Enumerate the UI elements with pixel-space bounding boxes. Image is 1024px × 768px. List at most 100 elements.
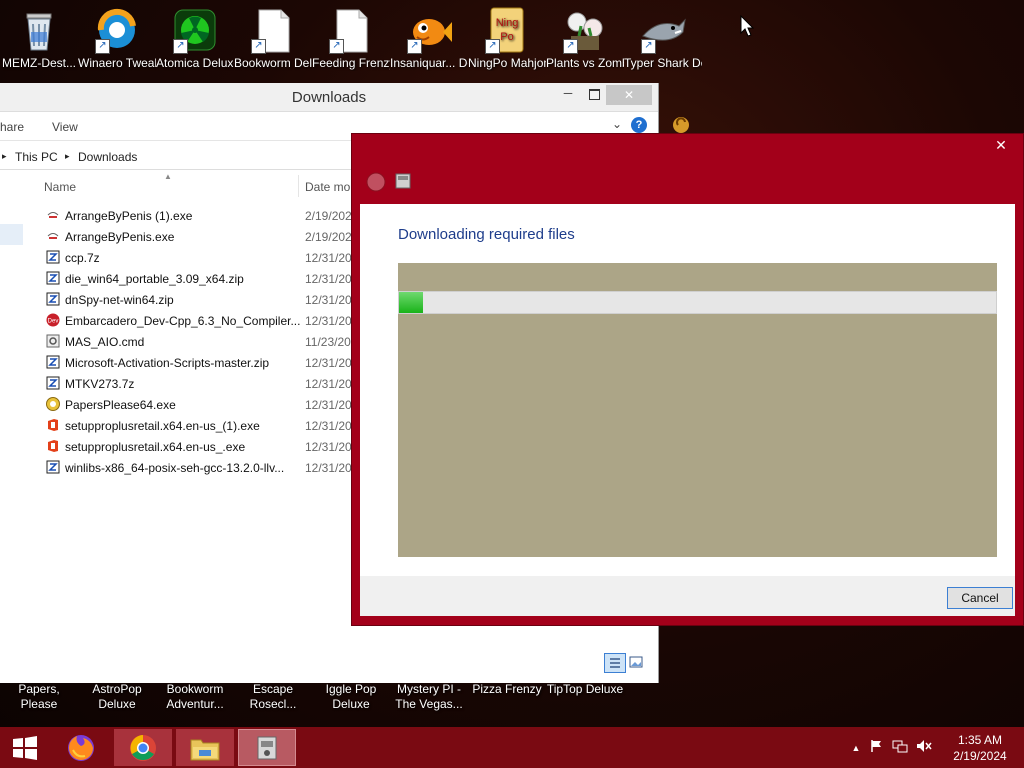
desktop-icon-recycle-bin[interactable]: MEMZ-Dest...	[0, 6, 78, 71]
desktop-icon-insaniquarium[interactable]: ↗ Insaniquar... Deluxe	[390, 6, 468, 71]
file-name: die_win64_portable_3.09_x64.zip	[65, 272, 244, 286]
installer-window-icon	[395, 173, 411, 189]
dialog-close-button[interactable]: ✕	[987, 137, 1015, 155]
game-app-icon	[673, 117, 689, 133]
taskbar-installer[interactable]	[238, 729, 296, 766]
file-name: Embarcadero_Dev-Cpp_6.3_No_Compiler...	[65, 314, 301, 328]
volume-muted-icon[interactable]	[912, 739, 936, 756]
shortcut-arrow-icon: ↗	[251, 39, 266, 54]
file-row[interactable]: setupproplusretail.x64.en-us_.exe 12/31/2…	[0, 436, 360, 457]
desktop-icon-label: Papers, Please	[18, 682, 60, 711]
file-row[interactable]: die_win64_portable_3.09_x64.zip 12/31/20	[0, 268, 360, 289]
desktop-icon-tiptop[interactable]: TipTop Deluxe	[546, 682, 624, 697]
maximize-button[interactable]	[584, 86, 604, 104]
desktop-icon-typer-shark[interactable]: ↗ Typer Shark Deluxe	[624, 6, 702, 71]
archive-icon	[46, 292, 60, 306]
file-row[interactable]: ArrangeByPenis.exe 2/19/2024	[0, 226, 360, 247]
shortcut-arrow-icon: ↗	[95, 39, 110, 54]
download-progress-bar	[398, 291, 997, 314]
network-icon[interactable]	[888, 739, 912, 756]
atomica-icon: ↗	[171, 6, 219, 54]
details-view-icon	[610, 658, 620, 668]
desktop-icon-mystery-pi[interactable]: Mystery PI - The Vegas...	[390, 682, 468, 712]
firefox-icon	[68, 734, 94, 761]
clock[interactable]: 1:35 AM 2/19/2024	[945, 732, 1015, 764]
chrome-icon	[130, 734, 156, 761]
shortcut-arrow-icon: ↗	[173, 39, 188, 54]
file-row[interactable]: MAS_AIO.cmd 11/23/20	[0, 331, 360, 352]
show-hidden-icons-chevron-icon[interactable]: ▲	[848, 743, 864, 753]
action-center-flag-icon[interactable]	[864, 739, 888, 756]
ribbon-expand-chevron-icon[interactable]: ⌄	[612, 117, 622, 131]
file-date: 2/19/2024	[305, 230, 355, 244]
breadcrumb-downloads[interactable]: Downloads	[78, 150, 137, 164]
recycle-bin-icon	[15, 6, 63, 54]
file-date: 12/31/20	[305, 461, 352, 475]
cmd-icon	[46, 334, 60, 348]
taskbar-file-explorer[interactable]	[176, 729, 234, 766]
column-header-name[interactable]: Name	[44, 180, 76, 194]
file-name: MTKV273.7z	[65, 377, 135, 391]
column-divider[interactable]	[298, 175, 299, 197]
desktop-icon-astropop[interactable]: AstroPop Deluxe	[78, 682, 156, 712]
dialog-header	[360, 162, 1015, 202]
close-button[interactable]: ✕	[606, 85, 652, 105]
ribbon-tab-share[interactable]: hare	[0, 120, 24, 134]
installer-dialog: ✕ Downloading required files Cancel	[351, 133, 1024, 626]
blank-file-icon: ↗	[249, 6, 297, 54]
ribbon-tab-view[interactable]: View	[52, 120, 78, 134]
breadcrumb-this-pc[interactable]: This PC	[15, 150, 58, 164]
help-icon[interactable]: ?	[631, 117, 647, 133]
clock-date: 2/19/2024	[953, 749, 1007, 763]
desktop-icon-papers-please[interactable]: Papers, Please	[0, 682, 78, 712]
explorer-title-bar: Downloads ─ ✕	[0, 83, 658, 112]
file-name: PapersPlease64.exe	[65, 398, 176, 412]
breadcrumb-separator-icon: ▸	[65, 151, 70, 161]
clock-time: 1:35 AM	[957, 733, 1003, 747]
desktop-icon-plants-vs-zombies[interactable]: ↗ Plants vs Zombies	[546, 6, 624, 71]
cancel-button[interactable]: Cancel	[947, 587, 1013, 609]
desktop-icon-pizza-frenzy[interactable]: Pizza Frenzy	[468, 682, 546, 697]
shark-icon: ↗	[639, 6, 687, 54]
file-row[interactable]: ArrangeByPenis (1).exe 2/19/2024	[0, 205, 360, 226]
file-row[interactable]: Microsoft-Activation-Scripts-master.zip 1…	[0, 352, 360, 373]
desktop-icon-winaero-tweaker[interactable]: ↗ Winaero Tweaker	[78, 6, 156, 71]
file-row[interactable]: Dev Embarcadero_Dev-Cpp_6.3_No_Compiler..…	[0, 310, 360, 331]
taskbar: ▲ 1:35 AM 2/19/2024	[0, 727, 1024, 768]
office-icon	[46, 439, 60, 453]
dialog-content-panel: Downloading required files	[360, 204, 1015, 576]
thumbnail-view-button[interactable]	[627, 654, 645, 670]
desktop-icon-label: Escape Rosecl...	[249, 682, 297, 711]
desktop-icon-escape-rosecliff[interactable]: Escape Rosecl...	[234, 682, 312, 712]
file-row[interactable]: MTKV273.7z 12/31/20	[0, 373, 360, 394]
desktop-icon-feeding-frenzy[interactable]: ↗ Feeding Frenzy	[312, 6, 390, 71]
ningpo-logo-text: Ning	[496, 17, 519, 29]
archive-icon	[46, 355, 60, 369]
desktop-icon-ningpo-mahjong[interactable]: NingPo ↗ NingPo Mahjong	[468, 6, 546, 71]
column-header-date[interactable]: Date mo	[305, 180, 350, 194]
file-name: ArrangeByPenis.exe	[65, 230, 175, 244]
desktop-icon-bookworm-adventures[interactable]: Bookworm Adventur...	[156, 682, 234, 712]
taskbar-chrome[interactable]	[114, 729, 172, 766]
file-row[interactable]: winlibs-x86_64-posix-seh-gcc-13.2.0-llv.…	[0, 457, 360, 478]
exe-icon	[46, 208, 60, 222]
file-name: dnSpy-net-win64.zip	[65, 293, 174, 307]
desktop-icon-label: Pizza Frenzy	[472, 682, 542, 696]
file-row[interactable]: ccp.7z 12/31/20	[0, 247, 360, 268]
minimize-button[interactable]: ─	[558, 86, 578, 104]
maximize-icon	[588, 89, 600, 100]
file-row[interactable]: PapersPlease64.exe 12/31/20	[0, 394, 360, 415]
file-date: 12/31/20	[305, 440, 352, 454]
taskbar-firefox[interactable]	[52, 729, 110, 766]
dialog-app-icon	[366, 172, 386, 192]
desktop-icon-iggle-pop[interactable]: Iggle Pop Deluxe	[312, 682, 390, 712]
details-view-button[interactable]	[604, 653, 626, 673]
exe-icon	[46, 229, 60, 243]
file-row[interactable]: dnSpy-net-win64.zip 12/31/20	[0, 289, 360, 310]
office-icon	[46, 418, 60, 432]
start-button[interactable]	[0, 729, 50, 766]
file-row[interactable]: setupproplusretail.x64.en-us_(1).exe 12/3…	[0, 415, 360, 436]
desktop-icon-bookworm-deluxe[interactable]: ↗ Bookworm Deluxe	[234, 6, 312, 71]
desktop-icon-atomica-deluxe[interactable]: ↗ Atomica Deluxe	[156, 6, 234, 71]
download-status-area	[398, 263, 997, 557]
